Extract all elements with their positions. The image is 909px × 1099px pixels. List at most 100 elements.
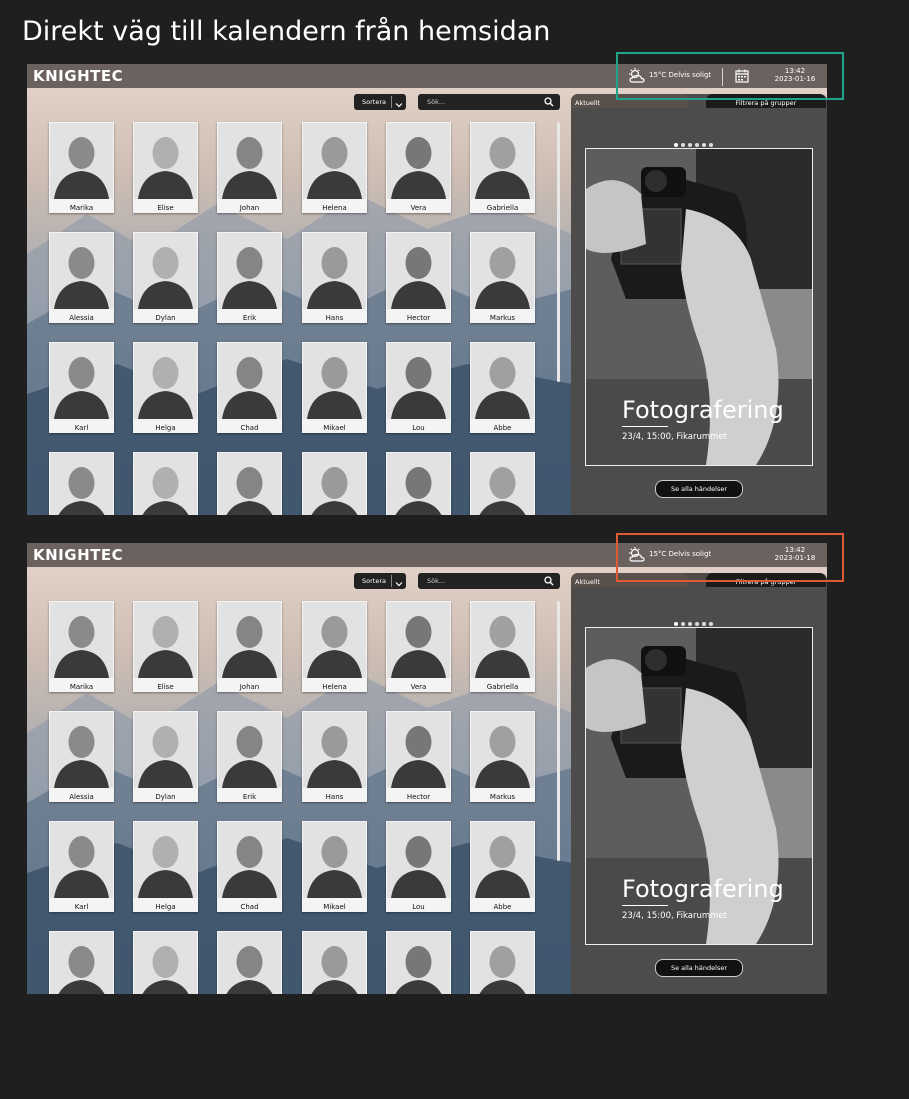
person-card[interactable]: Alessia <box>49 232 114 323</box>
carousel-dot[interactable] <box>709 143 713 147</box>
person-photo <box>134 602 197 678</box>
person-photo <box>471 602 534 678</box>
person-card[interactable]: Markus <box>470 232 535 323</box>
person-card[interactable]: Gabriella <box>470 122 535 213</box>
person-card[interactable]: Chad <box>217 821 282 912</box>
person-photo <box>387 233 450 309</box>
sort-button[interactable]: Sortera <box>354 94 406 110</box>
carousel-dot[interactable] <box>695 143 699 147</box>
carousel-dot[interactable] <box>709 622 713 626</box>
person-photo <box>303 453 366 515</box>
person-card[interactable]: Dylan <box>133 232 198 323</box>
person-photo <box>471 123 534 199</box>
person-name: Hector <box>406 793 431 801</box>
carousel-dot[interactable] <box>695 622 699 626</box>
person-name: Chad <box>240 903 259 911</box>
person-card[interactable]: Vera <box>386 601 451 692</box>
person-name: Hector <box>406 314 431 322</box>
person-card[interactable]: Mikael <box>302 821 367 912</box>
person-photo <box>218 453 281 515</box>
person-photo <box>303 822 366 898</box>
carousel-dot[interactable] <box>702 143 706 147</box>
person-photo <box>50 712 113 788</box>
person-card[interactable]: Dylan <box>133 711 198 802</box>
person-card[interactable]: Hector <box>386 232 451 323</box>
carousel-dot[interactable] <box>681 143 685 147</box>
event-meta: 23/4, 15:00, Fikarummet <box>622 432 728 442</box>
person-card[interactable]: Lou <box>386 821 451 912</box>
carousel-dot[interactable] <box>702 622 706 626</box>
people-scrollbar[interactable] <box>557 122 560 382</box>
person-photo <box>471 822 534 898</box>
person-card[interactable] <box>386 931 451 994</box>
person-card[interactable] <box>133 931 198 994</box>
person-card[interactable]: Karl <box>49 821 114 912</box>
person-card[interactable]: Chad <box>217 342 282 433</box>
search-icon <box>544 576 554 586</box>
sort-label: Sortera <box>362 577 386 585</box>
person-card[interactable] <box>302 931 367 994</box>
person-photo <box>218 602 281 678</box>
person-card[interactable]: Mikael <box>302 342 367 433</box>
knightec-logo: KNIGHTEC <box>33 67 124 85</box>
person-card[interactable] <box>217 931 282 994</box>
person-photo <box>50 822 113 898</box>
person-name: Markus <box>489 314 516 322</box>
person-card[interactable] <box>49 452 114 515</box>
person-card[interactable]: Abbe <box>470 342 535 433</box>
carousel-dot[interactable] <box>674 622 678 626</box>
person-card[interactable]: Marika <box>49 601 114 692</box>
person-card[interactable]: Johan <box>217 601 282 692</box>
person-card[interactable]: Erik <box>217 711 282 802</box>
person-card[interactable]: Lou <box>386 342 451 433</box>
person-card[interactable]: Markus <box>470 711 535 802</box>
person-card[interactable]: Gabriella <box>470 601 535 692</box>
app-screenshot-after: KNIGHTEC 15°C Delvis soligt 13:42 2023-0… <box>27 543 827 994</box>
person-card[interactable]: Helena <box>302 122 367 213</box>
person-photo <box>303 343 366 419</box>
person-card[interactable]: Helga <box>133 342 198 433</box>
people-scrollbar[interactable] <box>557 601 560 861</box>
person-card[interactable]: Johan <box>217 122 282 213</box>
carousel-dot[interactable] <box>674 143 678 147</box>
see-all-events-button[interactable]: Se alla händelser <box>655 480 743 498</box>
carousel-dot[interactable] <box>681 622 685 626</box>
person-photo <box>134 932 197 994</box>
sort-button[interactable]: Sortera <box>354 573 406 589</box>
person-photo <box>134 453 197 515</box>
search-input[interactable]: Sök... <box>418 94 560 110</box>
person-card[interactable] <box>470 931 535 994</box>
person-card[interactable]: Elise <box>133 122 198 213</box>
person-card[interactable] <box>386 452 451 515</box>
person-card[interactable] <box>470 452 535 515</box>
person-card[interactable]: Karl <box>49 342 114 433</box>
carousel-dot[interactable] <box>688 622 692 626</box>
person-card[interactable] <box>49 931 114 994</box>
person-name: Markus <box>489 793 516 801</box>
search-input[interactable]: Sök... <box>418 573 560 589</box>
person-card[interactable]: Hans <box>302 711 367 802</box>
person-card[interactable]: Abbe <box>470 821 535 912</box>
carousel-dot[interactable] <box>688 143 692 147</box>
person-card[interactable]: Marika <box>49 122 114 213</box>
person-name: Hans <box>325 793 344 801</box>
person-card[interactable]: Alessia <box>49 711 114 802</box>
person-card[interactable]: Elise <box>133 601 198 692</box>
person-name: Gabriella <box>486 683 519 691</box>
person-card[interactable]: Helga <box>133 821 198 912</box>
person-photo <box>218 343 281 419</box>
person-card[interactable]: Erik <box>217 232 282 323</box>
person-card[interactable] <box>217 452 282 515</box>
person-card[interactable]: Hector <box>386 711 451 802</box>
person-card[interactable] <box>133 452 198 515</box>
event-card[interactable]: Fotografering 23/4, 15:00, Fikarummet <box>585 148 813 466</box>
person-name: Dylan <box>155 314 176 322</box>
person-card[interactable]: Helena <box>302 601 367 692</box>
event-underline <box>622 905 668 906</box>
person-card[interactable]: Vera <box>386 122 451 213</box>
person-card[interactable]: Hans <box>302 232 367 323</box>
event-card[interactable]: Fotografering 23/4, 15:00, Fikarummet <box>585 627 813 945</box>
event-meta: 23/4, 15:00, Fikarummet <box>622 911 728 921</box>
person-card[interactable] <box>302 452 367 515</box>
see-all-events-button[interactable]: Se alla händelser <box>655 959 743 977</box>
